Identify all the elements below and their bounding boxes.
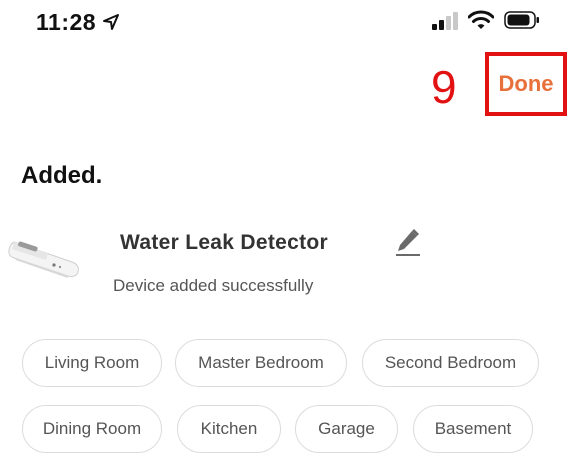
room-chip-second-bedroom[interactable]: Second Bedroom [362,339,539,387]
edit-pencil-icon[interactable] [394,228,422,258]
annotation-step-number: 9 [431,61,457,113]
wifi-icon [468,10,494,29]
device-name: Water Leak Detector [120,231,328,254]
page-title: Added. [21,162,103,189]
device-status-text: Device added successfully [113,276,314,295]
status-time: 11:28 [36,9,97,35]
room-chip-basement[interactable]: Basement [413,405,533,453]
battery-icon [504,11,539,29]
room-chip-living-room[interactable]: Living Room [22,339,162,387]
location-arrow-icon [103,14,119,30]
room-chip-dining-room[interactable]: Dining Room [22,405,162,453]
room-chip-master-bedroom[interactable]: Master Bedroom [175,339,347,387]
water-leak-detector-device-image [8,241,79,278]
done-button[interactable]: Done [485,52,567,116]
status-bar: 11:28 [0,0,581,44]
room-chip-kitchen[interactable]: Kitchen [177,405,281,453]
cellular-signal-icon [432,12,458,30]
room-chip-garage[interactable]: Garage [295,405,398,453]
